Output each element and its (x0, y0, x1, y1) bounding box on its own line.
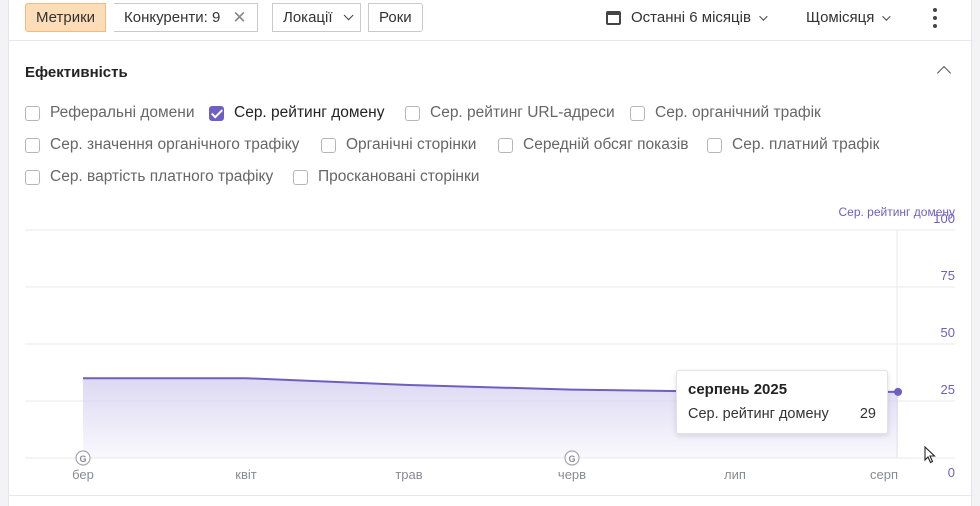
checkbox-icon[interactable] (321, 137, 336, 153)
x-tick-label: серп (870, 467, 898, 482)
checkbox-icon[interactable] (25, 105, 40, 121)
report-panel: Метрики Конкуренти: 9 ✕ Локації Роки Ост… (8, 0, 973, 506)
mouse-cursor-icon (924, 446, 936, 464)
y-tick-label: 25 (941, 382, 955, 397)
checkbox-icon[interactable] (405, 105, 420, 121)
chart-tooltip: серпень 2025 Сер. рейтинг домену 29 (676, 370, 888, 434)
x-tick-label: трав (395, 467, 422, 482)
locations-dropdown-label: Локації (283, 9, 333, 26)
performance-chart: Сер. рейтинг домену 0 25 50 75 100 бер квіт трав… (9, 200, 973, 500)
checkbox-icon[interactable] (25, 137, 40, 153)
y-tick-label: 50 (941, 325, 955, 340)
metric-checkbox-label: Сер. рейтинг URL-адреси (430, 104, 615, 121)
metrics-tab[interactable]: Метрики (25, 3, 107, 32)
x-tick-label: лип (724, 467, 746, 482)
chevron-down-icon (882, 11, 892, 21)
google-update-marker-label: G (79, 454, 86, 464)
checkbox-icon[interactable] (498, 137, 513, 153)
tooltip-title: серпень 2025 (688, 381, 788, 398)
period-dropdown[interactable]: Останні 6 місяців (606, 3, 768, 32)
chevron-down-icon (759, 11, 768, 21)
chart-svg: Сер. рейтинг домену 0 25 50 75 100 бер квіт трав… (25, 205, 955, 482)
chevron-up-icon[interactable] (936, 65, 952, 81)
tooltip-value: 29 (859, 406, 876, 422)
metric-checkbox[interactable]: Реферальні домени (25, 104, 194, 122)
metric-checkbox[interactable]: Сер. платний трафік (707, 136, 879, 154)
metric-checkbox[interactable]: Сер. рейтинг URL-адреси (405, 104, 615, 122)
data-point (894, 387, 902, 396)
metric-checkbox-label: Реферальні домени (50, 104, 195, 121)
metric-checkbox[interactable]: Проскановані сторінки (293, 168, 479, 186)
years-button[interactable]: Роки (368, 3, 423, 32)
x-tick-label: черв (558, 467, 586, 482)
locations-dropdown[interactable]: Локації (272, 3, 361, 32)
metric-checkbox[interactable]: Середній обсяг показів (498, 136, 689, 154)
metric-checkbox-label: Сер. платний трафік (732, 136, 880, 153)
competitors-filter[interactable]: Конкуренти: 9 ✕ (114, 3, 258, 32)
metric-checkbox-label: Проскановані сторінки (318, 168, 480, 185)
y-tick-label: 0 (948, 465, 955, 480)
tooltip-metric: Сер. рейтинг домену (688, 406, 829, 422)
metric-checkbox[interactable]: Сер. вартість платного трафіку (25, 168, 273, 186)
metric-checkbox-label: Сер. рейтинг домену (234, 104, 385, 121)
chevron-down-icon (343, 10, 354, 21)
metrics-tab-label: Метрики (36, 9, 96, 26)
checkbox-icon[interactable] (25, 169, 40, 185)
period-dropdown-label: Останні 6 місяців (631, 9, 751, 26)
metric-checkbox-label: Органічні сторінки (346, 136, 477, 153)
calendar-icon (606, 10, 621, 25)
metric-checkbox-label: Середній обсяг показів (523, 136, 689, 153)
more-options-icon[interactable] (929, 8, 941, 28)
metric-checkbox-label: Сер. значення органічного трафіку (50, 136, 300, 153)
interval-dropdown[interactable]: Щомісяця (806, 3, 892, 32)
checkbox-icon[interactable] (293, 169, 308, 185)
tooltip-row: Сер. рейтинг домену 29 (688, 406, 876, 422)
y-tick-label: 100 (933, 211, 955, 226)
checkbox-checked-icon[interactable] (209, 105, 224, 121)
metric-checkbox[interactable]: Сер. значення органічного трафіку (25, 136, 299, 154)
metric-checkbox[interactable]: Сер. органічний трафік (630, 104, 821, 122)
years-button-label: Роки (379, 9, 412, 26)
section-title: Ефективність (25, 64, 128, 81)
x-tick-label: квіт (235, 467, 256, 482)
filter-toolbar: Метрики Конкуренти: 9 ✕ Локації Роки Ост… (9, 0, 973, 41)
metric-checkbox[interactable]: Сер. рейтинг домену (209, 104, 384, 122)
competitors-filter-label: Конкуренти: 9 (124, 9, 221, 26)
interval-dropdown-label: Щомісяця (806, 9, 875, 26)
metric-checkbox-label: Сер. вартість платного трафіку (50, 168, 274, 185)
divider (9, 495, 973, 496)
metric-checkbox-label: Сер. органічний трафік (655, 104, 821, 121)
y-tick-label: 75 (941, 268, 955, 283)
google-update-marker-label: G (568, 454, 575, 464)
checkbox-icon[interactable] (707, 137, 722, 153)
close-icon[interactable]: ✕ (232, 8, 246, 28)
metric-checkbox[interactable]: Органічні сторінки (321, 136, 476, 154)
checkbox-icon[interactable] (630, 105, 645, 121)
x-tick-label: бер (72, 467, 94, 482)
